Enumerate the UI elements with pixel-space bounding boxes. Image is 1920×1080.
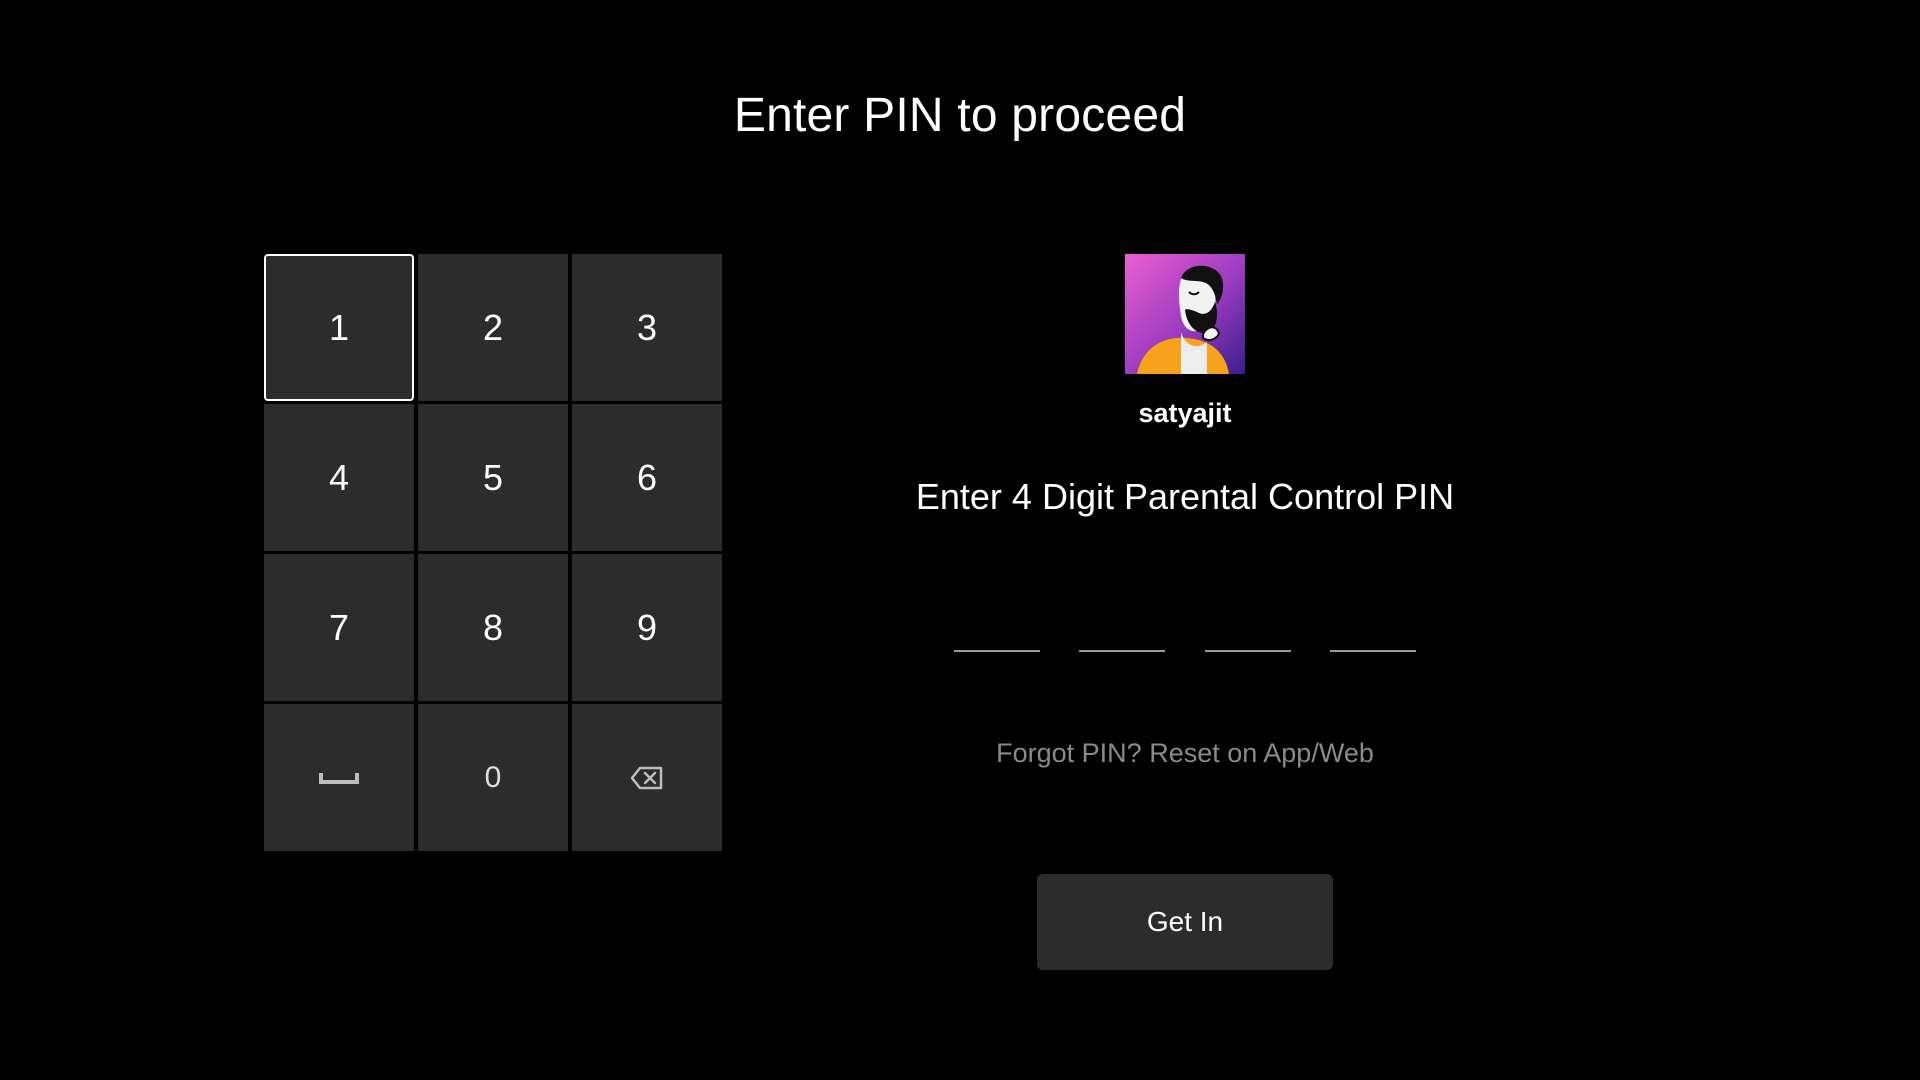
get-in-label: Get In	[1146, 906, 1224, 937]
space-icon	[319, 770, 359, 786]
bearded-man-avatar-icon	[1125, 254, 1245, 374]
key-label: 2	[482, 306, 504, 348]
key-2[interactable]: 2	[418, 254, 568, 401]
key-label: 0	[484, 760, 502, 794]
key-label: 6	[636, 456, 658, 498]
key-1[interactable]: 1	[264, 254, 414, 401]
key-label: 3	[636, 306, 658, 348]
key-9[interactable]: 9	[572, 554, 722, 701]
key-label: 4	[328, 456, 350, 498]
pin-digit-slot	[1204, 650, 1291, 652]
forgot-pin-link[interactable]: Forgot PIN? Reset on App/Web	[860, 738, 1510, 769]
key-label: 1	[328, 306, 350, 348]
page-title: Enter PIN to proceed	[733, 89, 1187, 142]
key-8[interactable]: 8	[418, 554, 568, 701]
key-label: 8	[482, 606, 504, 648]
key-space[interactable]	[264, 704, 414, 851]
key-5[interactable]: 5	[418, 404, 568, 551]
avatar[interactable]	[1125, 254, 1245, 374]
pin-prompt: Enter 4 Digit Parental Control PIN	[915, 476, 1455, 517]
pin-panel: satyajit Enter 4 Digit Parental Control …	[860, 254, 1510, 974]
pin-input[interactable]	[954, 650, 1416, 656]
key-3[interactable]: 3	[572, 254, 722, 401]
pin-digit-slot	[1079, 650, 1166, 652]
key-0[interactable]: 0	[418, 704, 568, 851]
pin-digit-slot	[954, 650, 1040, 652]
username: satyajit	[1138, 398, 1232, 428]
key-label: 5	[482, 456, 504, 498]
numeric-keypad: 1 2 3 4 5 6 7 8 9 0	[264, 254, 724, 854]
key-label: 9	[636, 606, 658, 648]
get-in-button[interactable]: Get In	[1037, 874, 1333, 970]
backspace-icon	[630, 766, 664, 790]
key-7[interactable]: 7	[264, 554, 414, 701]
key-6[interactable]: 6	[572, 404, 722, 551]
key-4[interactable]: 4	[264, 404, 414, 551]
pin-entry-screen: Enter PIN to proceed 1 2 3 4 5 6 7 8 9 0	[0, 0, 1920, 1080]
key-label: 7	[328, 606, 350, 648]
pin-digit-slot	[1329, 650, 1416, 652]
key-backspace[interactable]	[572, 704, 722, 851]
